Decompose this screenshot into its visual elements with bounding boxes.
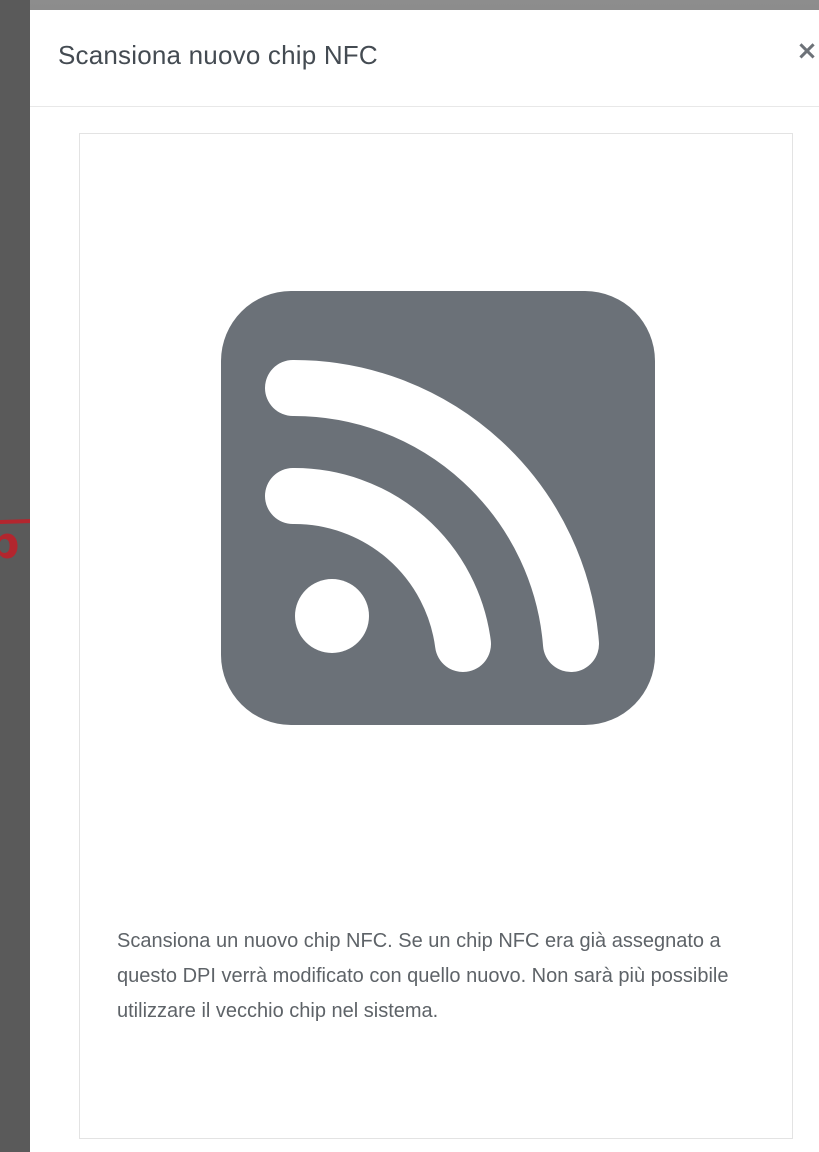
scan-nfc-modal: Scansiona nuovo chip NFC × Scansiona un … (30, 10, 819, 1152)
scan-card: Scansiona un nuovo chip NFC. Se un chip … (79, 133, 793, 1139)
nfc-rss-icon[interactable] (221, 291, 655, 725)
modal-header: Scansiona nuovo chip NFC × (30, 10, 819, 107)
close-button[interactable]: × (795, 36, 819, 66)
background-image (0, 0, 30, 1152)
nfc-icon-dot (295, 579, 369, 653)
modal-title: Scansiona nuovo chip NFC (58, 40, 378, 70)
scan-description: Scansiona un nuovo chip NFC. Se un chip … (117, 930, 729, 1022)
